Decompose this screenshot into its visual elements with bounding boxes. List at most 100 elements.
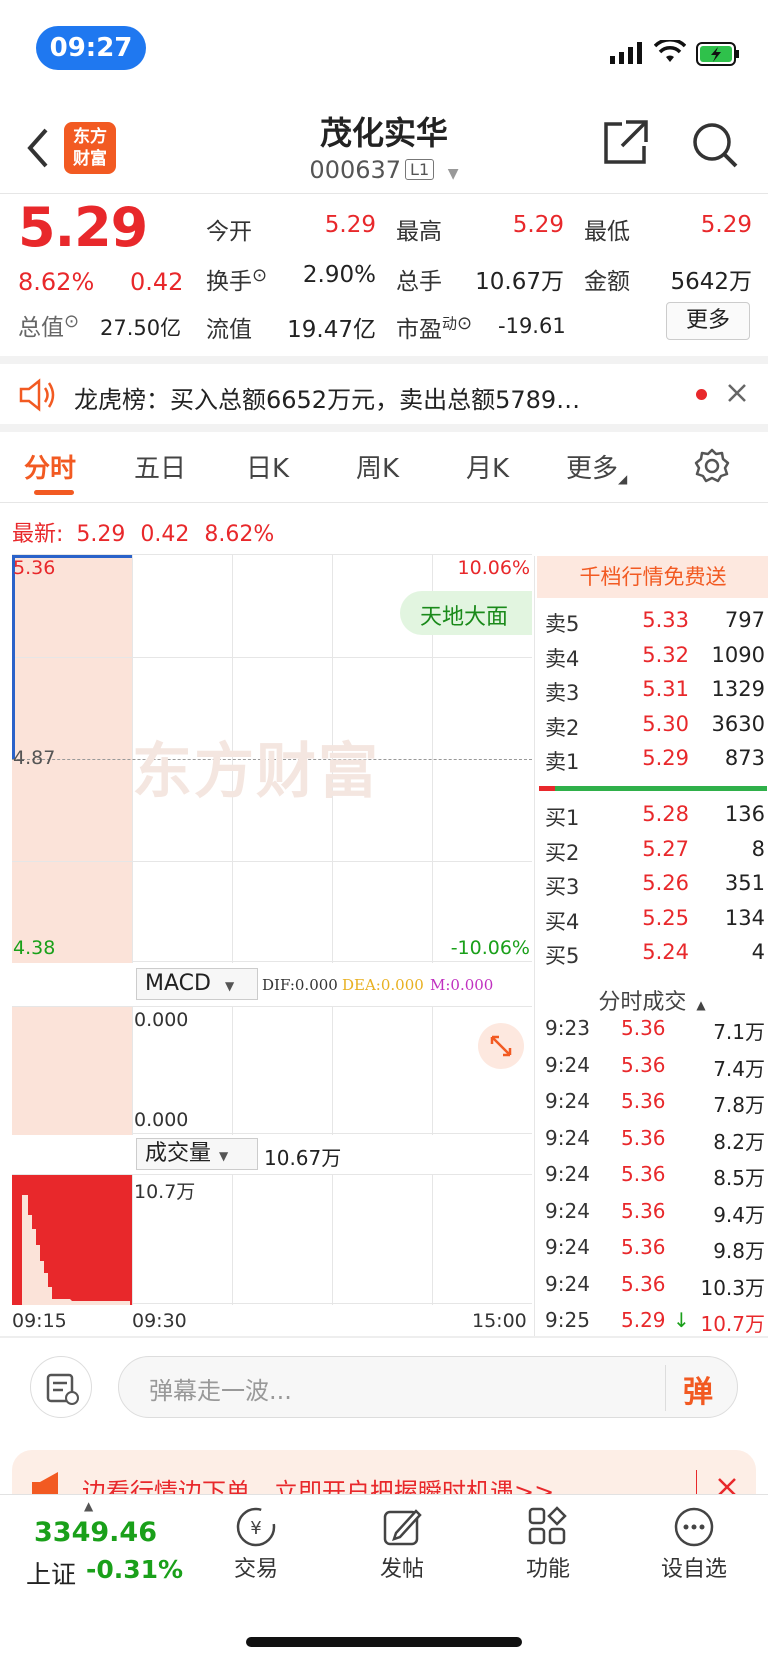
nav-post[interactable]: 发帖: [352, 1505, 452, 1583]
ask-row[interactable]: 卖5 5.33 797: [545, 608, 765, 640]
tick-time: 9:24: [545, 1235, 590, 1259]
macd-selector[interactable]: MACD ▼: [136, 968, 258, 1000]
float-value: 19.47亿: [287, 317, 376, 343]
tick-price: 5.29: [621, 1308, 666, 1332]
grid-icon: [528, 1506, 567, 1545]
tick-price: 5.36: [621, 1162, 666, 1186]
tab-day-k[interactable]: 日K: [246, 448, 289, 485]
danmaku-input[interactable]: 弹幕走一波... 弹: [118, 1356, 738, 1418]
tab-week-k[interactable]: 周K: [356, 448, 399, 485]
bid-label: 买5: [545, 944, 580, 968]
expand-icon[interactable]: [478, 1023, 524, 1069]
danmaku-settings-icon[interactable]: [30, 1356, 92, 1418]
bid-label: 买2: [545, 840, 580, 865]
bid-volume: 4: [751, 940, 765, 964]
bid-row[interactable]: 买5 5.24 4: [545, 940, 765, 972]
volume-bars: [12, 1175, 132, 1305]
more-dots-icon: [674, 1507, 714, 1547]
tick-time: 9:23: [545, 1016, 590, 1040]
time-axis-start: 09:15: [12, 1310, 67, 1332]
bid-label: 买1: [545, 806, 580, 830]
high-value: 5.29: [512, 212, 564, 238]
chevron-down-icon: ▼: [447, 166, 459, 182]
tab-five-day[interactable]: 五日: [134, 448, 186, 485]
tick-time: 9:24: [545, 1162, 590, 1186]
tick-volume: 9.8万: [713, 1239, 765, 1263]
settings-icon[interactable]: [694, 448, 730, 488]
tick-time: 9:24: [545, 1052, 590, 1077]
latest-pct: 8.62%: [204, 522, 275, 547]
notice-dot: [696, 389, 707, 400]
status-time: 09:27: [36, 26, 146, 70]
tick-time: 9:25: [545, 1308, 590, 1332]
tick-price: 5.36: [621, 1235, 666, 1259]
index-pct[interactable]: -0.31%: [86, 1555, 183, 1584]
price-line-left: [12, 555, 15, 759]
tab-month-k[interactable]: 月K: [466, 448, 509, 485]
bid-label: 买4: [545, 909, 580, 934]
tick-row: 9:24 5.36 7.4万: [545, 1053, 767, 1085]
change-pct: 8.62%: [18, 268, 95, 296]
macd-top: 0.000: [134, 1009, 189, 1031]
tab-intraday[interactable]: 分时: [24, 448, 76, 485]
volume-selector[interactable]: 成交量 ▼: [136, 1138, 258, 1170]
ask-row[interactable]: 卖1 5.29 873: [545, 746, 765, 778]
ask-label: 卖1: [545, 750, 580, 774]
ask-label: 卖3: [545, 681, 580, 705]
nav-functions[interactable]: 功能: [498, 1505, 598, 1583]
corner-arrow-icon: ◢: [618, 472, 628, 486]
latest-change: 0.42: [140, 522, 190, 547]
orderbook-banner[interactable]: 千档行情免费送: [537, 556, 768, 598]
mktcap-label: 总值⊙: [18, 311, 80, 341]
search-icon[interactable]: [690, 120, 740, 174]
stock-code-row[interactable]: 000637 L1 ▼: [0, 156, 768, 184]
low-label: 最低: [584, 219, 630, 245]
price-chart[interactable]: 东方财富 5.36 4.87 4.38 10.06% -10.06% 天地大面: [12, 554, 532, 963]
tick-volume: 9.4万: [713, 1202, 765, 1227]
volume-axis-top: 10.7万: [134, 1181, 196, 1203]
info-icon: ⊙: [252, 265, 268, 286]
level-badge: L1: [405, 159, 435, 180]
bid-row[interactable]: 买1 5.28 136: [545, 802, 765, 834]
bid-volume: 134: [724, 905, 765, 930]
index-value[interactable]: 3349.46: [34, 1517, 157, 1548]
ask-label: 卖4: [545, 646, 580, 671]
nav-watchlist[interactable]: 设自选: [644, 1505, 744, 1583]
ticks-title[interactable]: 分时成交 ▲: [535, 984, 768, 1016]
tick-row: 9:24 5.36 9.8万: [545, 1235, 767, 1267]
tick-price: 5.36: [621, 1016, 666, 1040]
close-icon[interactable]: [726, 382, 748, 408]
bid-row[interactable]: 买4 5.25 134: [545, 906, 765, 938]
macd-bottom: 0.000: [134, 1109, 189, 1131]
news-tag[interactable]: 天地大面: [400, 591, 532, 635]
more-button[interactable]: 更多: [666, 302, 750, 340]
tick-row: 9:24 5.36 8.2万: [545, 1126, 767, 1158]
tab-more[interactable]: 更多◢: [566, 448, 627, 486]
ask-row[interactable]: 卖4 5.32 1090: [545, 643, 765, 675]
danmaku-send-button[interactable]: 弹: [683, 1367, 713, 1411]
tick-row: 9:23 5.36 7.1万: [545, 1016, 767, 1048]
tick-volume: 7.1万: [713, 1020, 765, 1044]
ask-volume: 3630: [711, 711, 765, 736]
tick-time: 9:24: [545, 1198, 590, 1223]
turnover-label: 换手⊙: [206, 265, 268, 295]
tick-volume: 7.4万: [713, 1056, 765, 1081]
notice-text[interactable]: 龙虎榜：买入总额6652万元，卖出总额5789…: [74, 380, 674, 415]
bid-price: 5.26: [642, 871, 689, 895]
ask-row[interactable]: 卖2 5.30 3630: [545, 712, 765, 744]
bid-volume: 8: [751, 836, 765, 861]
time-axis-open: 09:30: [132, 1310, 187, 1332]
tick-volume: 10.3万: [700, 1275, 765, 1300]
nav-trade[interactable]: ¥ 交易: [206, 1505, 306, 1583]
bid-row[interactable]: 买3 5.26 351: [545, 871, 765, 903]
tick-time: 9:24: [545, 1089, 590, 1113]
macd-dea: DEA:0.000: [342, 976, 424, 994]
tick-time: 9:24: [545, 1271, 590, 1296]
orderbook[interactable]: 千档行情免费送 卖5 5.33 797 卖4 5.32 1090 卖3 5.31 1329 卖2 5…: [534, 556, 768, 1336]
bid-row[interactable]: 买2 5.27 8: [545, 837, 765, 869]
share-icon[interactable]: [600, 118, 650, 172]
ask-row[interactable]: 卖3 5.31 1329: [545, 677, 765, 709]
index-name[interactable]: 上证: [26, 1555, 76, 1591]
home-indicator: [246, 1637, 522, 1647]
pe-label: 市盈动⊙: [396, 313, 473, 343]
